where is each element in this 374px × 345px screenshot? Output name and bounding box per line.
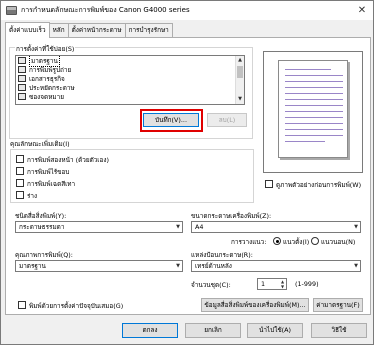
tab-bar: ตั้งค่าแบบเร็ว หลัก ตั้งค่าหน้ากระดาษ กา… [5, 22, 173, 38]
delete-button[interactable]: ลบ(L) [207, 113, 247, 127]
portrait-radio[interactable] [273, 237, 281, 245]
scroll-thumb[interactable] [237, 66, 243, 78]
highlight-box [140, 109, 203, 132]
print-preferences-window: การกำหนดลักษณะการพิมพ์ของ Canon G4000 se… [0, 0, 374, 345]
draft-label: ร่าง [27, 192, 38, 200]
chevron-down-icon: ▼ [176, 224, 180, 230]
print-quality-value: มาตรฐาน [19, 262, 46, 270]
paper-saving-icon [18, 84, 26, 91]
paper-source-label: แหล่งป้อนกระดาษ(R): [191, 251, 253, 259]
duplex-manual-label: การพิมพ์สองหน้า (ด้วยตัวเอง) [27, 156, 109, 164]
additional-features-label: คุณลักษณะเพิ่มเติม(I) [10, 140, 70, 148]
tab-page-setup[interactable]: ตั้งค่าหน้ากระดาษ [67, 23, 126, 37]
landscape-label: แนวนอน(N) [321, 238, 356, 246]
copies-label: จำนวนชุด(C): [191, 281, 231, 289]
preview-before-print-label: ดูภาพตัวอย่างก่อนการพิมพ์(W) [276, 181, 362, 189]
print-quality-select[interactable]: มาตรฐาน ▼ [15, 260, 183, 272]
preview-before-print-checkbox[interactable] [265, 180, 273, 188]
copies-range: (1-999) [295, 280, 319, 288]
tab-maintenance[interactable]: การบำรุงรักษา [124, 23, 173, 37]
help-button[interactable]: วิธีใช้ [311, 323, 367, 338]
cancel-button[interactable]: ยกเลิก [185, 323, 241, 338]
document-icon [18, 57, 26, 64]
list-scrollbar[interactable]: ▲ ▼ [235, 56, 244, 104]
page-preview-icon [278, 60, 348, 158]
defaults-button[interactable]: ค่ามาตรฐาน(F) [313, 298, 363, 312]
media-type-select[interactable]: กระดาษธรรมดา ▼ [15, 221, 183, 233]
envelope-icon [18, 93, 26, 100]
paper-size-value: A4 [195, 223, 204, 231]
printer-media-info-button[interactable]: ข้อมูลสื่อสิ่งพิมพ์ของเครื่องพิมพ์(M)... [201, 298, 309, 312]
scroll-up-icon[interactable]: ▲ [236, 56, 244, 65]
copies-stepper[interactable]: 1 ▲ ▼ [257, 278, 287, 290]
chevron-down-icon: ▼ [354, 224, 358, 230]
landscape-radio[interactable] [311, 237, 319, 245]
always-print-current-checkbox[interactable] [18, 301, 26, 309]
borderless-label: การพิมพ์ไร้ขอบ [27, 168, 70, 176]
common-settings-list[interactable]: มาตรฐาน การพิมพ์รูปถ่าย เอกสารธุรกิจ ประ… [15, 55, 245, 105]
title-bar: การกำหนดลักษณะการพิมพ์ของ Canon G4000 se… [1, 1, 373, 20]
paper-source-select[interactable]: เทรย์ด้านหลัง ▼ [191, 260, 361, 272]
close-button[interactable]: ✕ [351, 1, 373, 20]
common-settings-label: การตั้งค่าที่ใช้บ่อย(S) [15, 44, 76, 54]
paper-size-label: ขนาดกระดาษเครื่องพิมพ์(Z): [191, 212, 272, 220]
media-type-value: กระดาษธรรมดา [19, 223, 65, 231]
always-print-current-label: พิมพ์ด้วยการตั้งค่าปัจจุบันเสมอ(G) [29, 302, 124, 310]
borderless-checkbox[interactable] [16, 167, 24, 175]
tab-quick-setup[interactable]: ตั้งค่าแบบเร็ว [5, 22, 50, 38]
orientation-label: การวางแนว: [231, 238, 267, 246]
media-type-label: ชนิดสื่อสิ่งพิมพ์(Y): [15, 212, 67, 220]
ok-button[interactable]: ตกลง [122, 323, 178, 338]
chevron-down-icon: ▼ [354, 263, 358, 269]
printer-icon [6, 6, 17, 15]
print-quality-label: คุณภาพการพิมพ์(Q): [15, 251, 73, 259]
grayscale-label: การพิมพ์เฉดสีเทา [27, 180, 76, 188]
draft-checkbox[interactable] [16, 191, 24, 199]
paper-source-value: เทรย์ด้านหลัง [195, 262, 232, 270]
paper-size-select[interactable]: A4 ▼ [191, 221, 361, 233]
business-doc-icon [18, 75, 26, 82]
window-title: การกำหนดลักษณะการพิมพ์ของ Canon G4000 se… [21, 6, 190, 14]
scroll-down-icon[interactable]: ▼ [236, 95, 244, 104]
print-preview [263, 51, 363, 173]
duplex-manual-checkbox[interactable] [16, 155, 24, 163]
portrait-label: แนวตั้ง(I) [283, 238, 310, 246]
photo-icon [18, 66, 26, 73]
grayscale-checkbox[interactable] [16, 179, 24, 187]
list-item[interactable]: ซองจดหมาย [16, 92, 244, 101]
decrement-icon[interactable]: ▼ [279, 284, 286, 289]
tab-main[interactable]: หลัก [48, 23, 69, 37]
chevron-down-icon: ▼ [176, 263, 180, 269]
apply-button[interactable]: นำไปใช้(A) [247, 323, 303, 338]
copies-value: 1 [261, 280, 266, 288]
